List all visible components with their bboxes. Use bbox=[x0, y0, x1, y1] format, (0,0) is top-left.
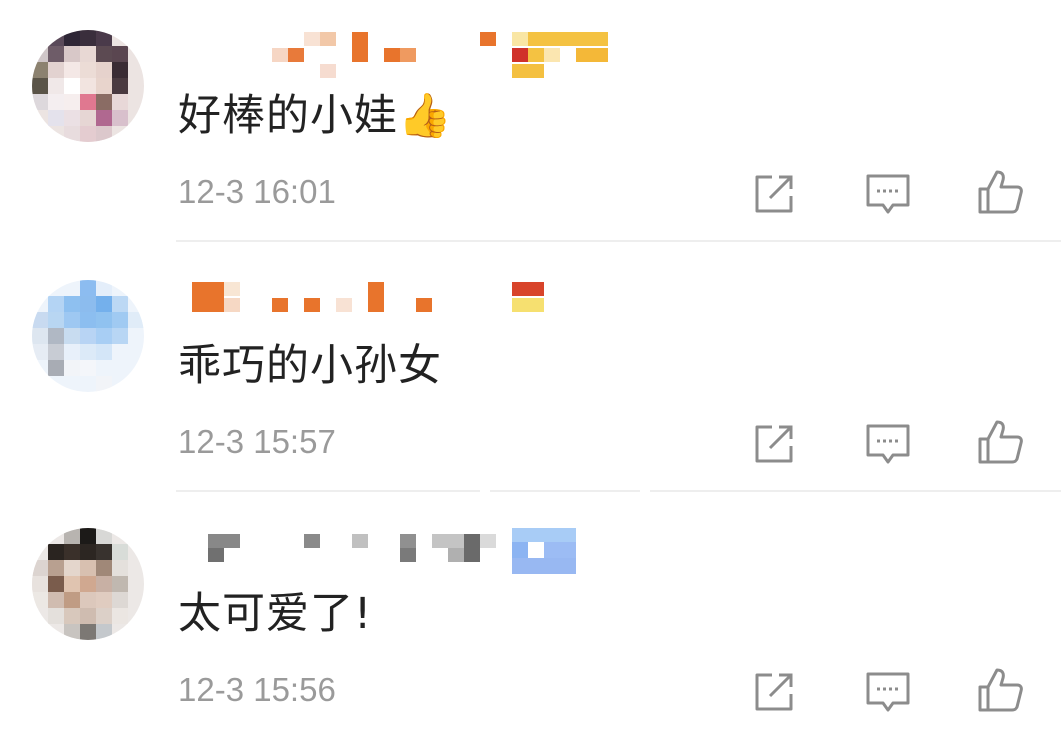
comment-time: 12-3 15:56 bbox=[178, 671, 336, 708]
comment-text: 好棒的小娃👍 bbox=[178, 91, 453, 141]
avatar[interactable] bbox=[32, 280, 144, 392]
avatar[interactable] bbox=[32, 30, 144, 142]
comment-item: 太可爱了! 12-3 15:56 bbox=[0, 498, 1061, 748]
divider bbox=[176, 490, 1061, 492]
share-button[interactable] bbox=[750, 418, 800, 468]
reply-button[interactable] bbox=[863, 168, 913, 218]
reply-button[interactable] bbox=[863, 418, 913, 468]
comment-item: 乖巧的小孙女 12-3 15:57 bbox=[0, 250, 1061, 500]
avatar-image bbox=[32, 528, 144, 640]
reply-icon bbox=[866, 672, 910, 712]
avatar-image bbox=[32, 30, 144, 142]
reply-icon bbox=[866, 174, 910, 214]
share-icon bbox=[755, 175, 793, 213]
like-button[interactable] bbox=[975, 666, 1025, 716]
like-button[interactable] bbox=[975, 418, 1025, 468]
username-mosaic bbox=[192, 282, 544, 312]
divider-gap bbox=[480, 490, 490, 492]
divider-gap bbox=[640, 490, 650, 492]
comment-text: 太可爱了! bbox=[178, 589, 373, 639]
comment-text: 乖巧的小孙女 bbox=[178, 341, 442, 391]
like-button[interactable] bbox=[975, 168, 1025, 218]
avatar[interactable] bbox=[32, 528, 144, 640]
reply-icon bbox=[866, 424, 910, 464]
share-button[interactable] bbox=[750, 666, 800, 716]
username-pixelated[interactable] bbox=[176, 30, 616, 80]
comment-item: 好棒的小娃👍 12-3 16:01 bbox=[0, 0, 1061, 250]
like-icon bbox=[978, 170, 1023, 214]
divider bbox=[176, 240, 1061, 242]
like-icon bbox=[978, 668, 1023, 712]
username-pixelated[interactable] bbox=[176, 528, 616, 578]
avatar-image bbox=[32, 280, 144, 392]
comment-time: 12-3 16:01 bbox=[178, 173, 336, 210]
username-mosaic bbox=[272, 32, 608, 78]
like-icon bbox=[978, 420, 1023, 464]
username-pixelated[interactable] bbox=[176, 280, 616, 330]
comment-time: 12-3 15:57 bbox=[178, 423, 336, 460]
share-icon bbox=[755, 673, 793, 711]
username-mosaic bbox=[208, 528, 576, 574]
share-button[interactable] bbox=[750, 168, 800, 218]
share-icon bbox=[755, 425, 793, 463]
reply-button[interactable] bbox=[863, 666, 913, 716]
